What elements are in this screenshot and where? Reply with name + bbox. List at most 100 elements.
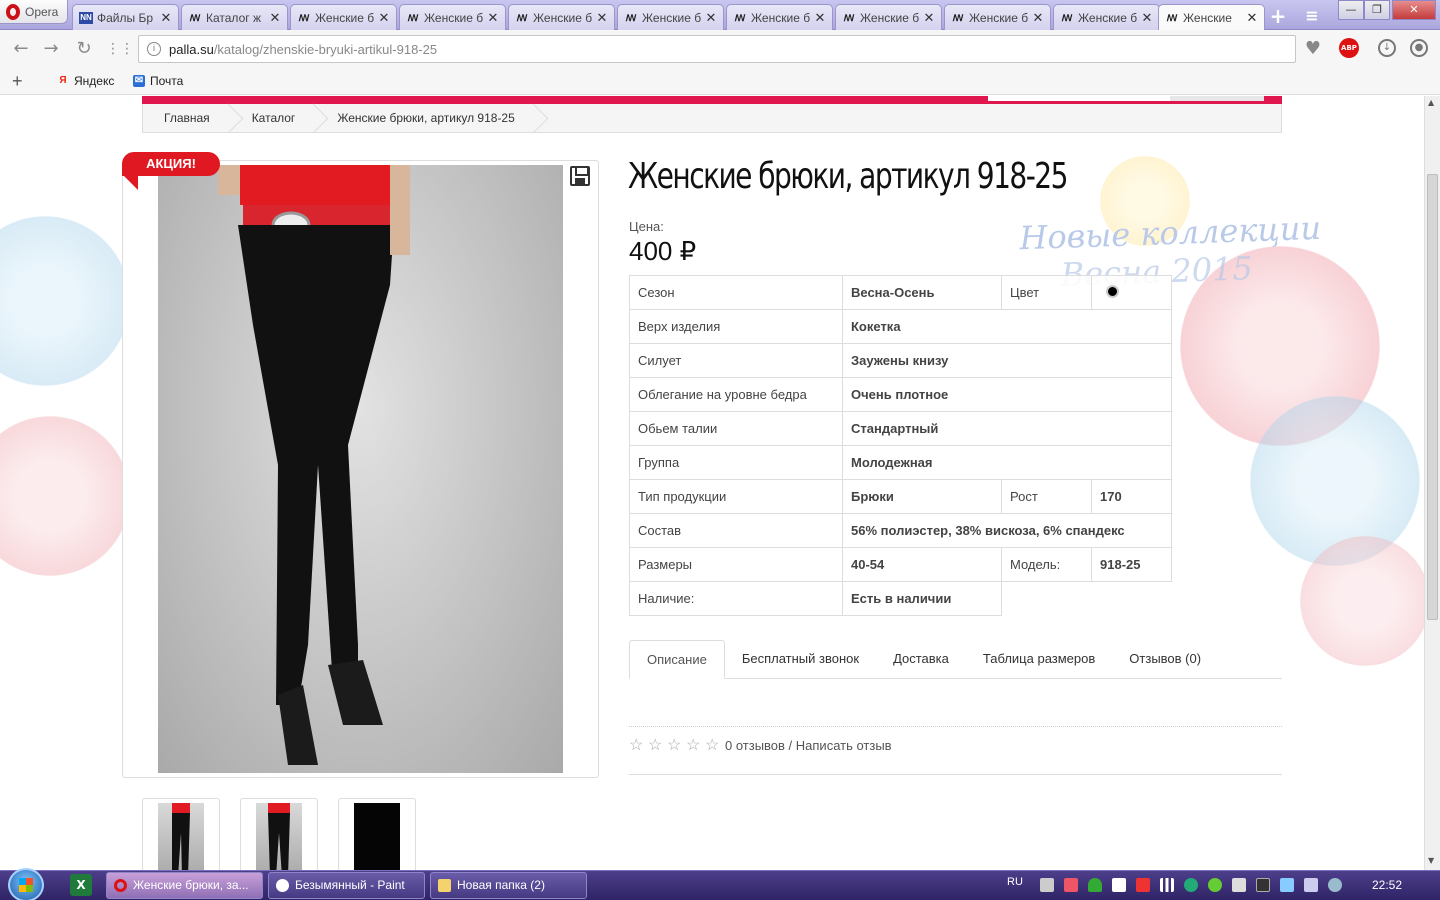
opera-menu-button[interactable]: Opera xyxy=(0,0,68,24)
speed-dial-icon[interactable]: ⋮⋮ xyxy=(106,38,134,60)
tab-title: Женские б xyxy=(315,10,375,25)
site-search-input[interactable] xyxy=(988,96,1170,101)
scroll-up-icon[interactable]: ▲ xyxy=(1428,98,1434,107)
tab-menu-icon[interactable]: ≡ xyxy=(1300,6,1324,28)
tab-reviews[interactable]: Отзывов (0) xyxy=(1112,640,1218,679)
close-tab-icon[interactable]: ✕ xyxy=(705,10,717,26)
spec-value: 56% полиэстер, 38% вискоза, 6% спандекс xyxy=(842,513,1172,548)
tray-clipboard-icon[interactable] xyxy=(1112,878,1126,892)
close-tab-icon[interactable]: ✕ xyxy=(1141,10,1153,26)
language-indicator[interactable]: RU xyxy=(1007,876,1023,888)
tray-monitor-icon[interactable] xyxy=(1040,878,1054,892)
breadcrumb-link-catalog[interactable]: Каталог xyxy=(231,104,317,133)
color-swatch[interactable] xyxy=(1106,284,1119,298)
reload-icon[interactable]: ↻ xyxy=(73,38,95,60)
add-bookmark-icon[interactable]: + xyxy=(12,72,23,90)
tray-utorrent-icon[interactable] xyxy=(1208,878,1222,892)
browser-tab[interactable]: ꟿ Женские б ✕ xyxy=(399,4,506,30)
excel-icon[interactable]: X xyxy=(70,874,92,896)
volume-icon[interactable] xyxy=(1232,878,1246,892)
folder-icon xyxy=(438,879,451,892)
yandex-icon: Я xyxy=(59,75,67,86)
tray-flag-icon[interactable] xyxy=(1136,878,1150,892)
tray-app-icon[interactable] xyxy=(1064,878,1078,892)
close-tab-icon[interactable]: ✕ xyxy=(1032,10,1044,26)
tray-sync-icon[interactable] xyxy=(1184,878,1198,892)
product-thumbnail[interactable] xyxy=(338,798,416,870)
site-search-button[interactable] xyxy=(1170,96,1264,101)
start-button[interactable] xyxy=(8,868,44,900)
tab-delivery[interactable]: Доставка xyxy=(876,640,966,679)
spec-label: Группа xyxy=(629,445,843,480)
browser-tab[interactable]: ꟿ Женские б ✕ xyxy=(290,4,397,30)
browser-tab[interactable]: NN Файлы Бр ✕ xyxy=(72,4,179,30)
downloads-icon[interactable]: ↓ xyxy=(1378,39,1396,57)
taskbar-item-folder[interactable]: Новая папка (2) xyxy=(430,872,587,899)
close-tab-icon[interactable]: ✕ xyxy=(814,10,826,26)
tab-free-call[interactable]: Бесплатный звонок xyxy=(725,640,876,679)
browser-tab[interactable]: ꟿ Женские б ✕ xyxy=(508,4,615,30)
close-window-button[interactable]: ✕ xyxy=(1392,0,1436,20)
spec-label: Цвет xyxy=(1001,275,1092,310)
tray-display-icon[interactable] xyxy=(1280,878,1294,892)
palla-favicon-icon: ꟿ xyxy=(734,12,746,23)
forward-icon[interactable]: → xyxy=(40,38,62,60)
site-info-icon[interactable]: i xyxy=(147,42,161,56)
browser-tab[interactable]: ꟿ Женские б ✕ xyxy=(835,4,942,30)
back-icon[interactable]: ← xyxy=(10,38,32,60)
scroll-down-icon[interactable]: ▼ xyxy=(1428,856,1434,865)
tab-size-chart[interactable]: Таблица размеров xyxy=(966,640,1112,679)
browser-tab[interactable]: ꟿ Женские б ✕ xyxy=(617,4,724,30)
reviews-link[interactable]: 0 отзывов / Написать отзыв xyxy=(725,738,892,753)
product-specs-table: Сезон Весна-Осень Цвет Верх изделия Коке… xyxy=(629,275,1172,616)
minimize-window-button[interactable]: — xyxy=(1338,0,1364,20)
tray-network-icon[interactable] xyxy=(1304,878,1318,892)
spec-value: Кокетка xyxy=(842,309,1172,344)
close-tab-icon[interactable]: ✕ xyxy=(160,10,172,26)
browser-tab[interactable]: ꟿ Каталог ж ✕ xyxy=(181,4,288,30)
taskbar-clock[interactable]: 22:52 xyxy=(1372,878,1402,892)
bookmark-label: Яндекс xyxy=(74,74,115,88)
close-tab-icon[interactable]: ✕ xyxy=(596,10,608,26)
spec-label: Силует xyxy=(629,343,843,378)
product-thumbnail[interactable] xyxy=(142,798,220,870)
product-photo[interactable] xyxy=(158,165,563,773)
tray-shield-icon[interactable] xyxy=(1088,878,1102,892)
browser-tab[interactable]: ꟿ Женские б ✕ xyxy=(1053,4,1160,30)
bookmark-heart-icon[interactable]: ♥ xyxy=(1301,38,1325,60)
adblock-plus-icon[interactable]: ABP xyxy=(1339,38,1359,58)
close-tab-icon[interactable]: ✕ xyxy=(269,10,281,26)
save-image-icon[interactable] xyxy=(570,166,590,186)
product-thumbnail[interactable] xyxy=(240,798,318,870)
tray-battery-icon[interactable] xyxy=(1256,878,1270,892)
thumbnail-figure xyxy=(268,803,290,870)
bookmark-mail[interactable]: ✉ Почта xyxy=(133,74,183,88)
tray-globe-icon[interactable] xyxy=(1328,878,1342,892)
close-tab-icon[interactable]: ✕ xyxy=(378,10,390,26)
star-empty-icon: ☆ xyxy=(667,737,682,754)
page-scrollbar[interactable]: ▲ ▼ xyxy=(1424,96,1440,870)
new-tab-button[interactable]: + xyxy=(1266,6,1290,28)
spec-label: Состав xyxy=(629,513,843,548)
flower-decoration xyxy=(1300,536,1424,666)
breadcrumb-link-home[interactable]: Главная xyxy=(143,104,231,133)
browser-tab[interactable]: ꟿ Женские б ✕ xyxy=(944,4,1051,30)
taskbar-item-opera[interactable]: Женские брюки, за... xyxy=(106,872,263,899)
maximize-window-button[interactable]: ❐ xyxy=(1364,0,1390,20)
account-icon[interactable]: ● xyxy=(1410,39,1428,57)
network-signal-icon[interactable] xyxy=(1160,878,1174,892)
close-tab-icon[interactable]: ✕ xyxy=(923,10,935,26)
close-tab-icon[interactable]: ✕ xyxy=(487,10,499,26)
browser-tab-active[interactable]: ꟿ Женские ✕ xyxy=(1158,4,1265,31)
scroll-thumb[interactable] xyxy=(1427,174,1438,620)
browser-tab[interactable]: ꟿ Женские б ✕ xyxy=(726,4,833,30)
tab-description[interactable]: Описание xyxy=(629,640,725,679)
address-bar[interactable]: i palla.su/katalog/zhenskie-bryuki-artik… xyxy=(138,35,1296,63)
bookmark-yandex[interactable]: Я Яндекс xyxy=(57,74,114,88)
close-tab-icon[interactable]: ✕ xyxy=(1246,10,1258,26)
palla-favicon-icon: ꟿ xyxy=(843,12,855,23)
thumbnail-image xyxy=(354,803,400,870)
taskbar-item-paint[interactable]: Безымянный - Paint xyxy=(268,872,425,899)
paint-icon xyxy=(276,879,289,892)
spec-label: Сезон xyxy=(629,275,843,310)
